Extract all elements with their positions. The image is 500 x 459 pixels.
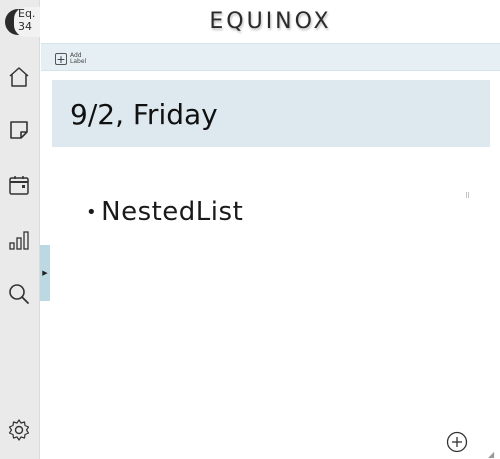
sidebar: Eq. 34 — [0, 0, 40, 459]
app-logo[interactable]: Eq. 34 — [3, 6, 40, 38]
list-item[interactable]: NestedList — [101, 197, 243, 227]
logo-text-line2: 34 — [18, 20, 32, 33]
caret-right-icon: ▶ — [42, 269, 48, 277]
sidebar-item-stats[interactable] — [6, 227, 32, 253]
bar-chart-icon — [9, 231, 29, 250]
date-heading[interactable]: 9/2, Friday — [70, 98, 218, 131]
date-heading-block: 9/2, Friday — [52, 80, 490, 147]
sidebar-item-home[interactable] — [6, 64, 32, 90]
gear-icon — [8, 419, 30, 441]
bullet-icon: • — [86, 202, 98, 223]
search-icon — [9, 284, 29, 304]
resize-grip-icon[interactable]: ◢ — [488, 450, 496, 459]
app-title: EQUINOX — [209, 9, 332, 34]
app-title-bar: EQUINOX — [41, 0, 500, 43]
sidebar-item-calendar[interactable] — [6, 172, 32, 198]
plus-circle-icon — [446, 431, 468, 453]
logo-text-line1: Eq. — [18, 7, 36, 20]
sidebar-item-notes[interactable] — [6, 117, 32, 143]
home-icon — [9, 67, 29, 87]
sidebar-item-search[interactable] — [6, 281, 32, 307]
add-label-button[interactable]: + Add Label — [55, 52, 86, 66]
add-label-text: Add Label — [70, 53, 86, 65]
drag-handle-icon[interactable]: ⠿ — [465, 193, 473, 202]
logo-text: Eq. 34 — [14, 7, 40, 37]
settings-button[interactable] — [6, 417, 32, 443]
label-toolbar: + Add Label — [41, 43, 500, 71]
calendar-icon — [9, 176, 29, 195]
sidebar-expand-handle[interactable]: ▶ — [40, 245, 50, 301]
sticky-note-icon — [10, 121, 28, 139]
add-label-line2: Label — [70, 58, 87, 65]
plus-icon: + — [55, 53, 67, 66]
add-block-button[interactable] — [446, 431, 468, 453]
nested-list[interactable]: • NestedList — [86, 197, 243, 227]
